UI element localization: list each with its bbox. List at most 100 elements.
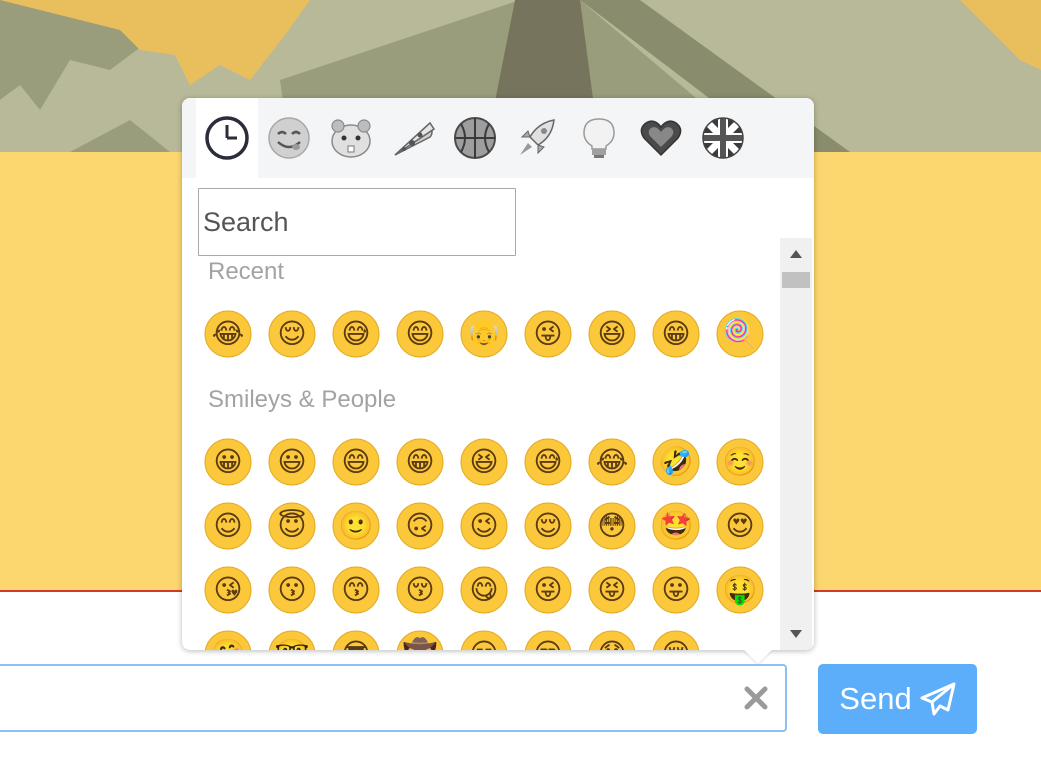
emoji-face-icon: 🙂	[332, 502, 380, 550]
emoji-item[interactable]: 😒	[516, 622, 580, 650]
emoji-glyph: 😋	[469, 573, 498, 606]
category-tab-smileys[interactable]	[258, 98, 320, 178]
emoji-item[interactable]: 🤗	[196, 622, 260, 650]
category-tab-recent[interactable]	[196, 98, 258, 178]
emoji-item[interactable]: 😜	[516, 558, 580, 622]
emoji-item[interactable]: 😆	[580, 302, 644, 366]
emoji-face-icon: 😋	[460, 566, 508, 614]
emoji-item[interactable]: 😅	[324, 302, 388, 366]
emoji-item[interactable]: 😀	[196, 430, 260, 494]
emoji-item[interactable]: 😳	[580, 494, 644, 558]
emoji-face-icon: 😒	[524, 630, 572, 650]
section-title-recent: Recent	[208, 258, 285, 285]
emoji-glyph: 😌	[533, 509, 562, 542]
emoji-glyph: ☺️	[723, 445, 758, 478]
emoji-item[interactable]: ☺️	[708, 430, 772, 494]
category-tab-travel[interactable]	[506, 98, 568, 178]
emoji-face-icon: 🤑	[716, 566, 764, 614]
emoji-item[interactable]: 😊	[196, 494, 260, 558]
emoji-face-icon: 😇	[268, 502, 316, 550]
emoji-search-input[interactable]	[198, 188, 516, 256]
emoji-face-icon: 😙	[332, 566, 380, 614]
emoji-item[interactable]: 😏	[452, 622, 516, 650]
emoji-glyph: 😆	[469, 445, 498, 478]
emoji-face-icon: 😊	[204, 502, 252, 550]
emoji-item[interactable]: 😘	[196, 558, 260, 622]
emoji-list[interactable]: Recent 😂 😌 😅 😄 👴 😜 😆 😁 🍭 Smileys & People 😀 😃 😄 😁 😆 😅…	[182, 258, 780, 650]
category-tab-animals[interactable]	[320, 98, 382, 178]
emoji-item[interactable]: 😋	[452, 558, 516, 622]
emoji-item[interactable]: 😛	[644, 558, 708, 622]
emoji-item[interactable]: 😄	[324, 430, 388, 494]
emoji-item[interactable]: 🤓	[260, 622, 324, 650]
emoji-face-icon: 😃	[268, 438, 316, 486]
emoji-face-icon: 😜	[524, 566, 572, 614]
emoji-item[interactable]: 👴	[452, 302, 516, 366]
emoji-item[interactable]: 😜	[516, 302, 580, 366]
emoji-item[interactable]: 😗	[260, 558, 324, 622]
scrollbar-thumb[interactable]	[782, 272, 810, 288]
category-tab-activities[interactable]	[444, 98, 506, 178]
emoji-item[interactable]: 😉	[452, 494, 516, 558]
emoji-face-icon: 😆	[460, 438, 508, 486]
emoji-item[interactable]: 😝	[580, 558, 644, 622]
emoji-item[interactable]: 😁	[388, 430, 452, 494]
emoji-glyph: 🍭	[723, 315, 758, 350]
emoji-face-icon: 😗	[268, 566, 316, 614]
emoji-item[interactable]: 😌	[516, 494, 580, 558]
emoji-face-icon: 😁	[396, 438, 444, 486]
send-button-label: Send	[839, 681, 912, 716]
emoji-item[interactable]: 😂	[196, 302, 260, 366]
clear-button[interactable]	[738, 680, 774, 716]
emoji-glyph: 😒	[533, 637, 562, 650]
emoji-item[interactable]: 🙂	[324, 494, 388, 558]
emoji-face-icon: 😳	[588, 502, 636, 550]
emoji-item[interactable]: 😍	[708, 494, 772, 558]
emoji-item[interactable]: 😎	[324, 622, 388, 650]
emoji-glyph: 😂	[212, 317, 245, 350]
emoji-item[interactable]: 😚	[388, 558, 452, 622]
emoji-item[interactable]: 😄	[388, 302, 452, 366]
emoji-face-icon: 😅	[524, 438, 572, 486]
emoji-item[interactable]: 🤑	[708, 558, 772, 622]
category-tab-flags[interactable]	[692, 98, 754, 178]
emoji-glyph: 😄	[405, 317, 434, 350]
emoji-item[interactable]: 😁	[644, 302, 708, 366]
emoji-item[interactable]: 🍭	[708, 302, 772, 366]
emoji-glyph: 🙂	[339, 509, 374, 542]
emoji-face-icon: 😆	[588, 310, 636, 358]
message-input[interactable]	[6, 676, 720, 722]
scroll-up-button[interactable]	[780, 238, 812, 270]
emoji-item[interactable]: 🤠	[388, 622, 452, 650]
scroll-down-button[interactable]	[780, 618, 812, 650]
emoji-item[interactable]: 😇	[260, 494, 324, 558]
emoji-item[interactable]: 😙	[324, 558, 388, 622]
emoji-item[interactable]: 😌	[260, 302, 324, 366]
clock-icon	[205, 116, 249, 160]
category-tab-food[interactable]	[382, 98, 444, 178]
emoji-item[interactable]: 😂	[580, 430, 644, 494]
emoji-glyph: 😁	[661, 317, 690, 350]
section-title-smileys: Smileys & People	[208, 386, 397, 413]
emoji-item[interactable]: 🤩	[644, 494, 708, 558]
flag-icon	[702, 117, 744, 159]
emoji-item[interactable]: 🙃	[388, 494, 452, 558]
emoji-face-icon: 🙃	[396, 502, 444, 550]
picker-pointer	[744, 650, 772, 664]
category-tab-objects[interactable]	[568, 98, 630, 178]
category-tab-symbols[interactable]	[630, 98, 692, 178]
pizza-icon	[394, 121, 436, 156]
emoji-item[interactable]: 😆	[452, 430, 516, 494]
emoji-item[interactable]: 😅	[516, 430, 580, 494]
emoji-item[interactable]: 🤣	[644, 430, 708, 494]
emoji-item[interactable]: 😔	[644, 622, 708, 650]
message-input-container	[0, 664, 787, 732]
emoji-item[interactable]: 😞	[580, 622, 644, 650]
emoji-glyph: 😃	[277, 445, 306, 478]
emoji-item[interactable]: 😃	[260, 430, 324, 494]
emoji-face-icon: 😘	[204, 566, 252, 614]
category-bar	[182, 98, 814, 178]
emoji-list-scrollbar[interactable]	[780, 238, 812, 650]
emoji-glyph: 😅	[341, 317, 370, 350]
send-button[interactable]: Send	[818, 664, 977, 734]
